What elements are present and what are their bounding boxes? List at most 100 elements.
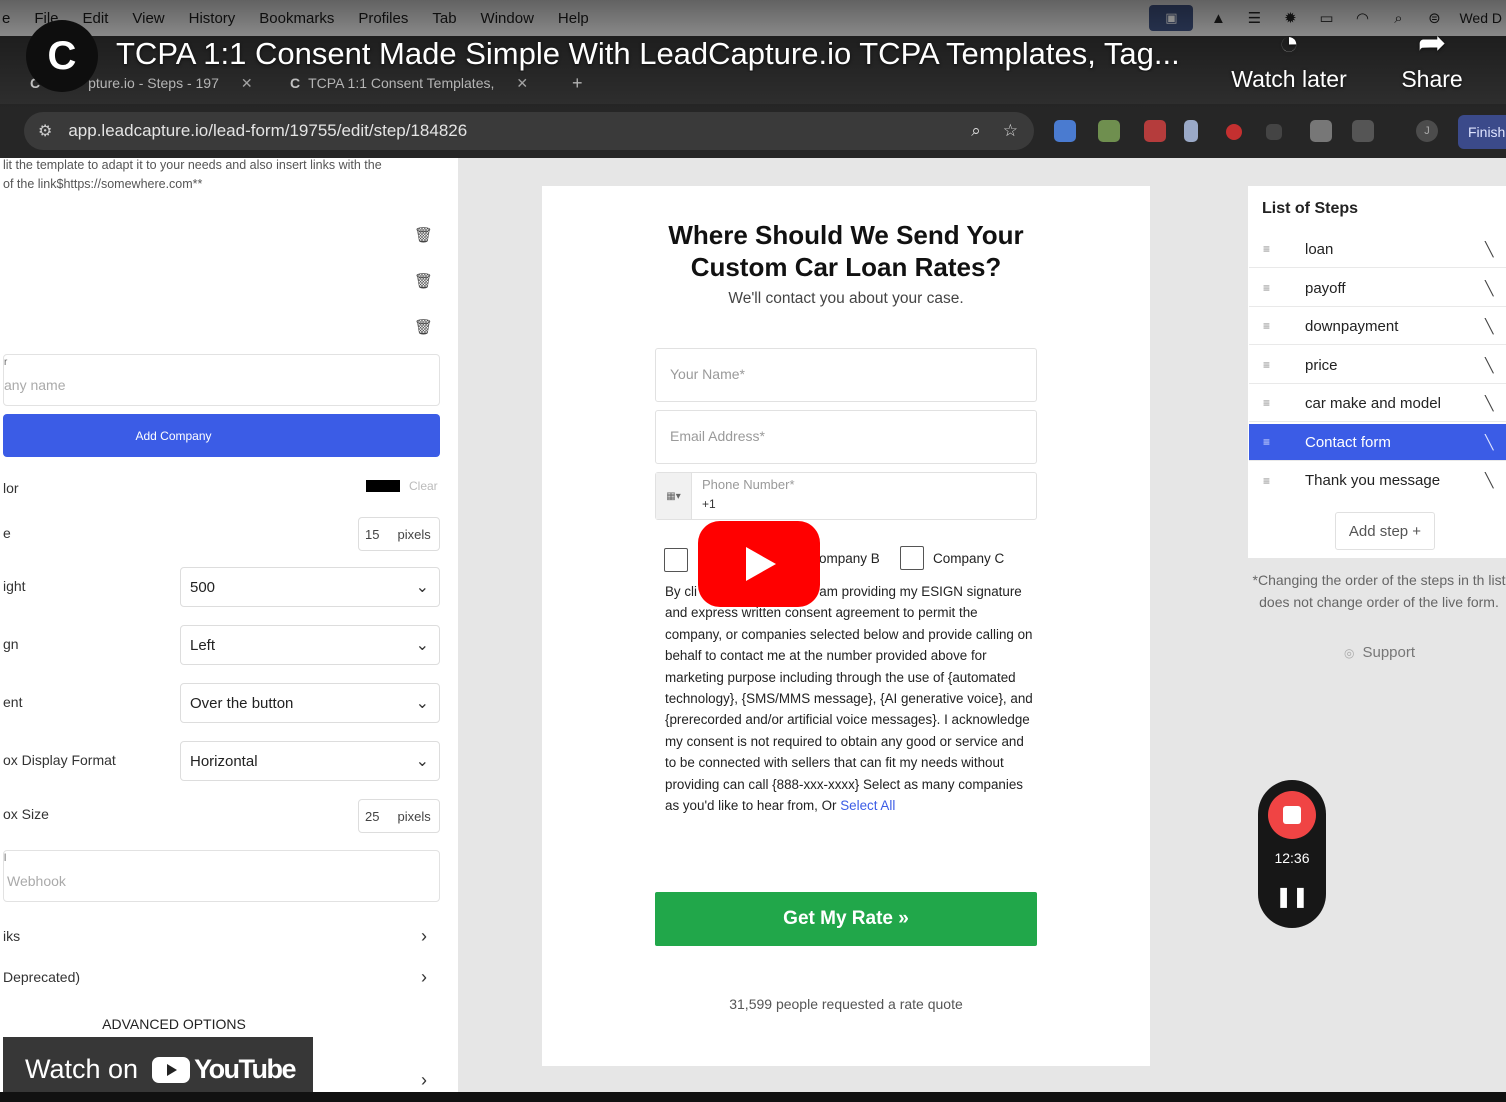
step-label: car make and model (1305, 394, 1441, 412)
video-title[interactable]: TCPA 1:1 Consent Made Simple With LeadCa… (116, 36, 1216, 72)
url-field[interactable]: ⚙ app.leadcapture.io/lead-form/19755/edi… (24, 112, 1034, 150)
menu-help[interactable]: Help (558, 10, 589, 27)
play-button[interactable] (698, 521, 820, 607)
extension-icon[interactable] (1184, 120, 1198, 142)
new-tab-button[interactable]: + (572, 68, 583, 98)
menu-bookmarks[interactable]: Bookmarks (259, 10, 334, 27)
edit-pencil-icon[interactable]: ╲ (1485, 395, 1493, 412)
step-item[interactable]: ≡ car make and model ╲ (1249, 385, 1506, 422)
close-icon[interactable]: ✕ (241, 75, 253, 92)
edit-pencil-icon[interactable]: ╲ (1485, 472, 1493, 489)
extension-icon[interactable] (1098, 120, 1120, 142)
links-label[interactable]: iks (3, 928, 20, 944)
screen-share-icon[interactable]: ▣ (1149, 5, 1194, 31)
color-swatch[interactable] (366, 480, 400, 492)
close-icon[interactable]: ✕ (516, 75, 528, 92)
step-item[interactable]: ≡ Thank you message ╲ (1249, 462, 1506, 499)
clear-color-button[interactable]: Clear (409, 479, 438, 493)
trash-icon[interactable]: 🗑 (414, 318, 433, 336)
step-label: Thank you message (1305, 472, 1441, 489)
alignment-label: gn (3, 636, 19, 652)
get-my-rate-button[interactable]: Get My Rate » (655, 892, 1037, 946)
chevron-right-icon[interactable]: › (421, 1070, 427, 1091)
drag-handle-icon[interactable]: ≡ (1263, 396, 1270, 410)
pause-icon[interactable]: ❚❚ (1258, 884, 1326, 909)
box-size-unit: pixels (397, 808, 431, 824)
wifi-icon[interactable]: ◠ (1351, 9, 1373, 27)
menu-view[interactable]: View (132, 10, 164, 27)
font-weight-select[interactable]: 500 ⌄ (180, 567, 440, 607)
drag-handle-icon[interactable]: ≡ (1263, 281, 1270, 295)
record-extension-icon[interactable] (1226, 124, 1242, 140)
drag-handle-icon[interactable]: ≡ (1263, 474, 1270, 488)
select-all-link[interactable]: Select All (840, 798, 895, 813)
edit-pencil-icon[interactable]: ╲ (1485, 280, 1493, 297)
placement-select[interactable]: Over the button ⌄ (180, 683, 440, 723)
trash-icon[interactable]: 🗑 (414, 272, 433, 290)
chevron-right-icon[interactable]: › (421, 967, 427, 988)
profile-avatar[interactable]: J (1416, 120, 1438, 142)
url-actions: ⌕ ☆ (971, 121, 1018, 141)
edit-pencil-icon[interactable]: ╲ (1485, 318, 1493, 335)
company-c-checkbox[interactable] (900, 546, 924, 570)
play-icon (746, 547, 776, 581)
site-settings-icon[interactable]: ⚙ (38, 121, 52, 141)
finish-button[interactable]: Finish (1458, 115, 1506, 149)
screen-recorder-widget: 12:36 ❚❚ (1258, 780, 1326, 928)
watch-later-button[interactable]: ◔ Watch later (1226, 20, 1352, 93)
step-item[interactable]: ≡ downpayment ╲ (1249, 308, 1506, 345)
trash-icon[interactable]: 🗑 (414, 226, 433, 244)
zoom-icon[interactable]: ⌕ (971, 121, 981, 141)
webhook-input[interactable]: l Webhook (3, 850, 440, 902)
edit-pencil-icon[interactable]: ╲ (1485, 357, 1493, 374)
bookmark-star-icon[interactable]: ☆ (1003, 121, 1018, 141)
drag-handle-icon[interactable]: ≡ (1263, 435, 1270, 449)
support-link[interactable]: ◎ Support (1344, 644, 1415, 661)
extension-icon[interactable] (1310, 120, 1332, 142)
box-size-stepper[interactable]: 25 pixels (358, 799, 440, 833)
puzzle-icon[interactable] (1352, 120, 1374, 142)
step-item[interactable]: ≡ price ╲ (1249, 347, 1506, 384)
menu-items: e File Edit View History Bookmarks Profi… (0, 10, 589, 27)
drag-handle-icon[interactable]: ≡ (1263, 319, 1270, 333)
deprecated-label[interactable]: Deprecated) (3, 969, 80, 985)
menu-history[interactable]: History (189, 10, 236, 27)
name-input[interactable]: Your Name* (655, 348, 1037, 402)
browser-tab-tcpa[interactable]: C TCPA 1:1 Consent Templates, ✕ (290, 68, 528, 98)
tcpa-consent-text: By cli h CTA Text} below I am providing … (665, 581, 1035, 816)
edit-pencil-icon[interactable]: ╲ (1485, 434, 1493, 451)
add-step-button[interactable]: Add step + (1335, 512, 1435, 550)
extension-icon[interactable] (1144, 120, 1166, 142)
company-b-label: ompany B (819, 551, 880, 566)
company-a-checkbox[interactable] (664, 548, 688, 572)
recording-time: 12:36 (1274, 850, 1310, 866)
chevron-down-icon: ⌄ (415, 579, 429, 596)
email-input[interactable]: Email Address* (655, 410, 1037, 464)
menu-profiles[interactable]: Profiles (358, 10, 408, 27)
step-item-active[interactable]: ≡ Contact form ╲ (1249, 424, 1506, 461)
step-item[interactable]: ≡ payoff ╲ (1249, 270, 1506, 307)
channel-logo[interactable]: C (26, 20, 98, 92)
search-extension-icon[interactable] (1266, 124, 1282, 140)
step-item[interactable]: ≡ loan ╲ (1249, 231, 1506, 268)
advanced-options-heading[interactable]: ADVANCED OPTIONS (0, 1016, 348, 1032)
font-size-stepper[interactable]: 15 pixels (358, 517, 440, 551)
extension-icon[interactable] (1054, 120, 1076, 142)
menu-window[interactable]: Window (481, 10, 534, 27)
share-button[interactable]: ➦ Share (1396, 20, 1468, 93)
alignment-select[interactable]: Left ⌄ (180, 625, 440, 665)
drag-handle-icon[interactable]: ≡ (1263, 242, 1270, 256)
company-name-input[interactable]: r any name (3, 354, 440, 406)
menu-edit[interactable]: Edit (83, 10, 109, 27)
edit-pencil-icon[interactable]: ╲ (1485, 241, 1493, 258)
menu-app[interactable]: e (2, 10, 10, 27)
display-format-select[interactable]: Horizontal ⌄ (180, 741, 440, 781)
stop-recording-button[interactable] (1268, 791, 1316, 839)
settings-panel: lit the template to adapt it to your nee… (0, 158, 458, 1102)
add-company-button[interactable]: Add Company (3, 414, 440, 457)
phone-input[interactable]: ▦▾ Phone Number* +1 (655, 472, 1037, 520)
menu-tab[interactable]: Tab (432, 10, 456, 27)
drag-handle-icon[interactable]: ≡ (1263, 358, 1270, 372)
chevron-right-icon[interactable]: › (421, 926, 427, 947)
us-flag-icon[interactable]: ▦▾ (656, 473, 692, 519)
